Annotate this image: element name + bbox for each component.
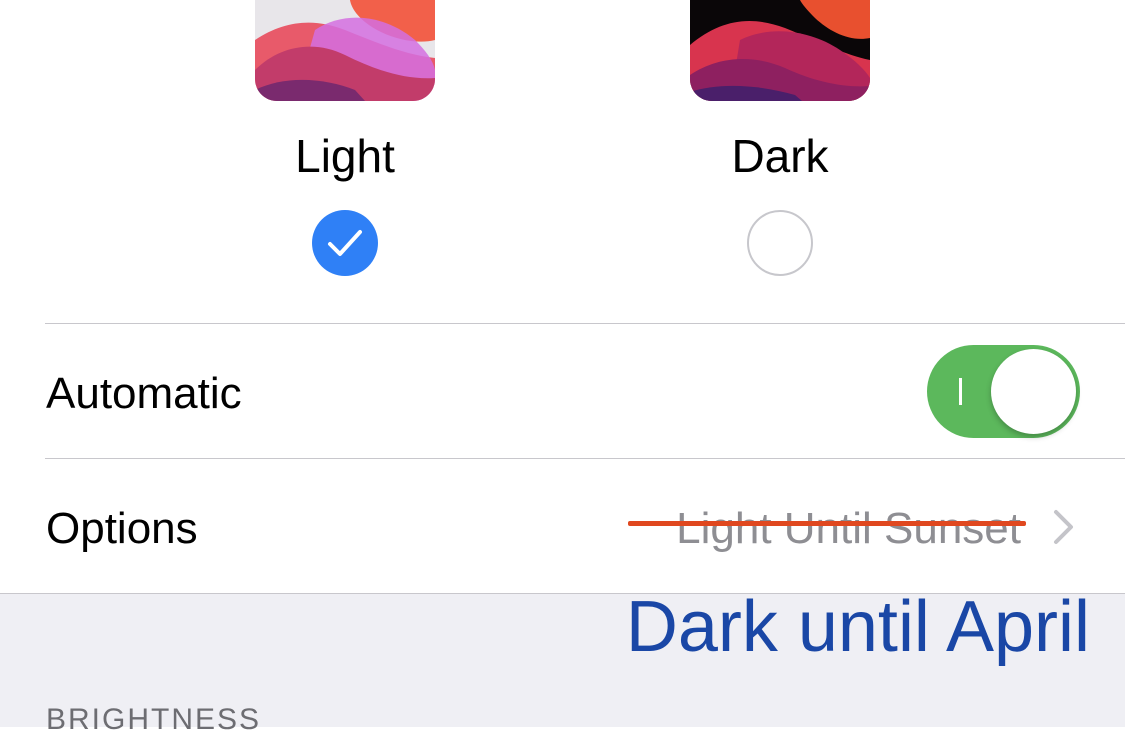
options-value[interactable]: Light Until Sunset: [600, 501, 1021, 557]
dark-mode-label: Dark: [731, 130, 829, 182]
toggle-on-indicator: [959, 378, 962, 405]
toggle-knob[interactable]: [991, 349, 1076, 434]
light-wallpaper-image: [255, 0, 435, 101]
dark-wallpaper-image: [690, 0, 870, 101]
light-mode-radio[interactable]: [312, 210, 378, 276]
options-label[interactable]: Options: [46, 501, 198, 557]
dark-mode-radio[interactable]: [747, 210, 813, 276]
checkmark-icon: [328, 230, 362, 256]
row-divider: [45, 323, 1125, 324]
light-mode-preview[interactable]: [255, 0, 435, 101]
brightness-section-header: BRIGHTNESS: [46, 703, 262, 736]
chevron-right-icon[interactable]: [1052, 508, 1076, 546]
strikethrough-annotation: [628, 521, 1026, 526]
dark-mode-preview[interactable]: [690, 0, 870, 101]
row-divider: [45, 458, 1125, 459]
light-mode-label: Light: [295, 130, 395, 182]
automatic-label: Automatic: [46, 369, 242, 418]
automatic-toggle[interactable]: [927, 345, 1080, 438]
handwritten-annotation: Dark until April: [625, 587, 1090, 667]
